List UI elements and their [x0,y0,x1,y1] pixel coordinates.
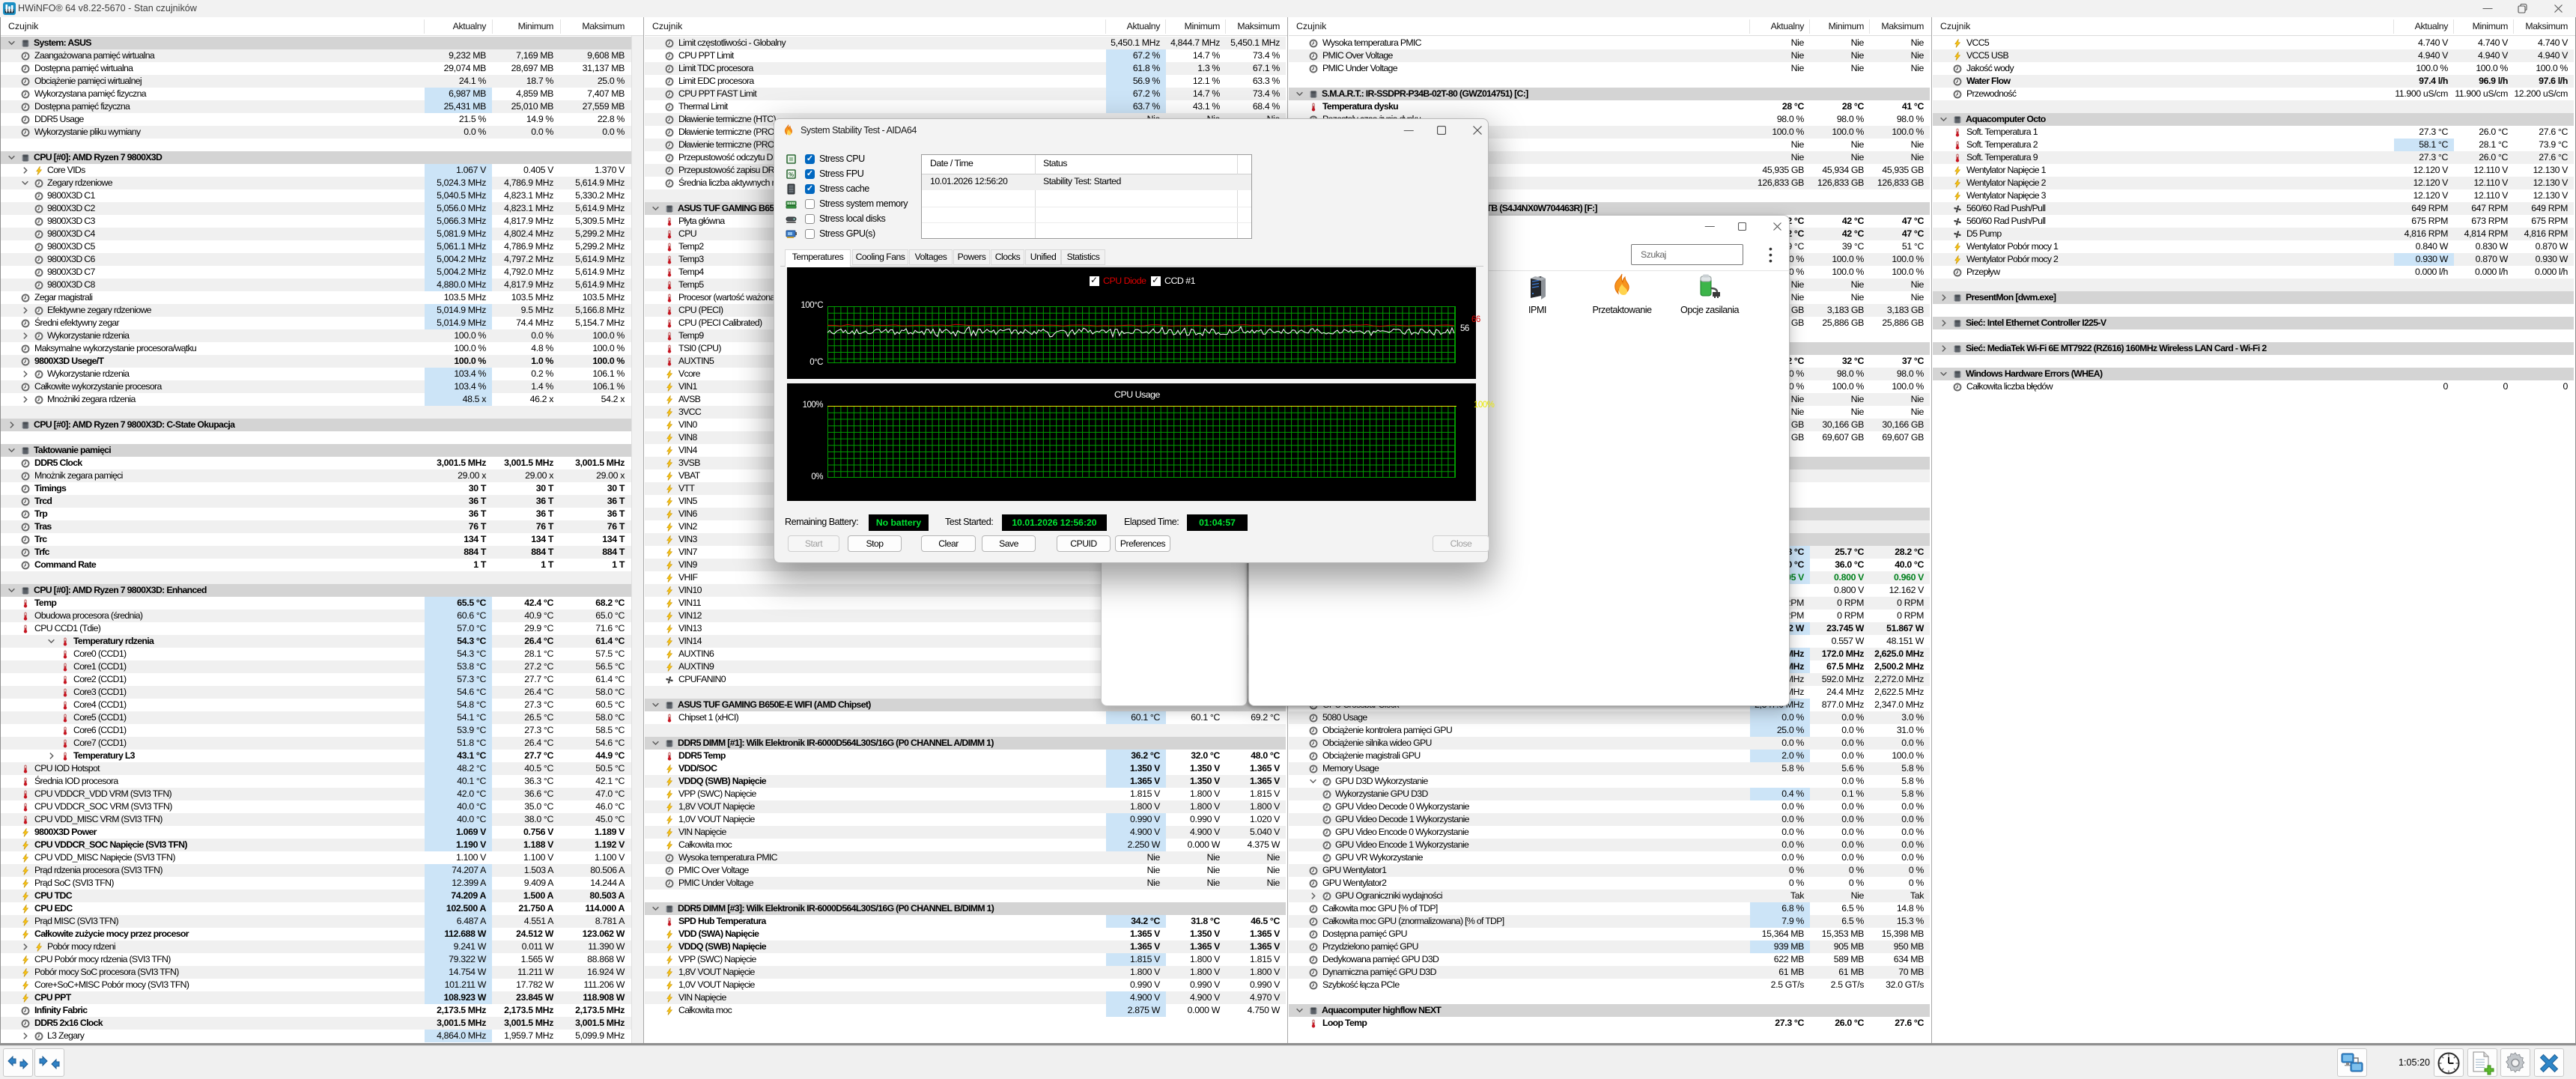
svg-text:%: % [789,171,794,178]
